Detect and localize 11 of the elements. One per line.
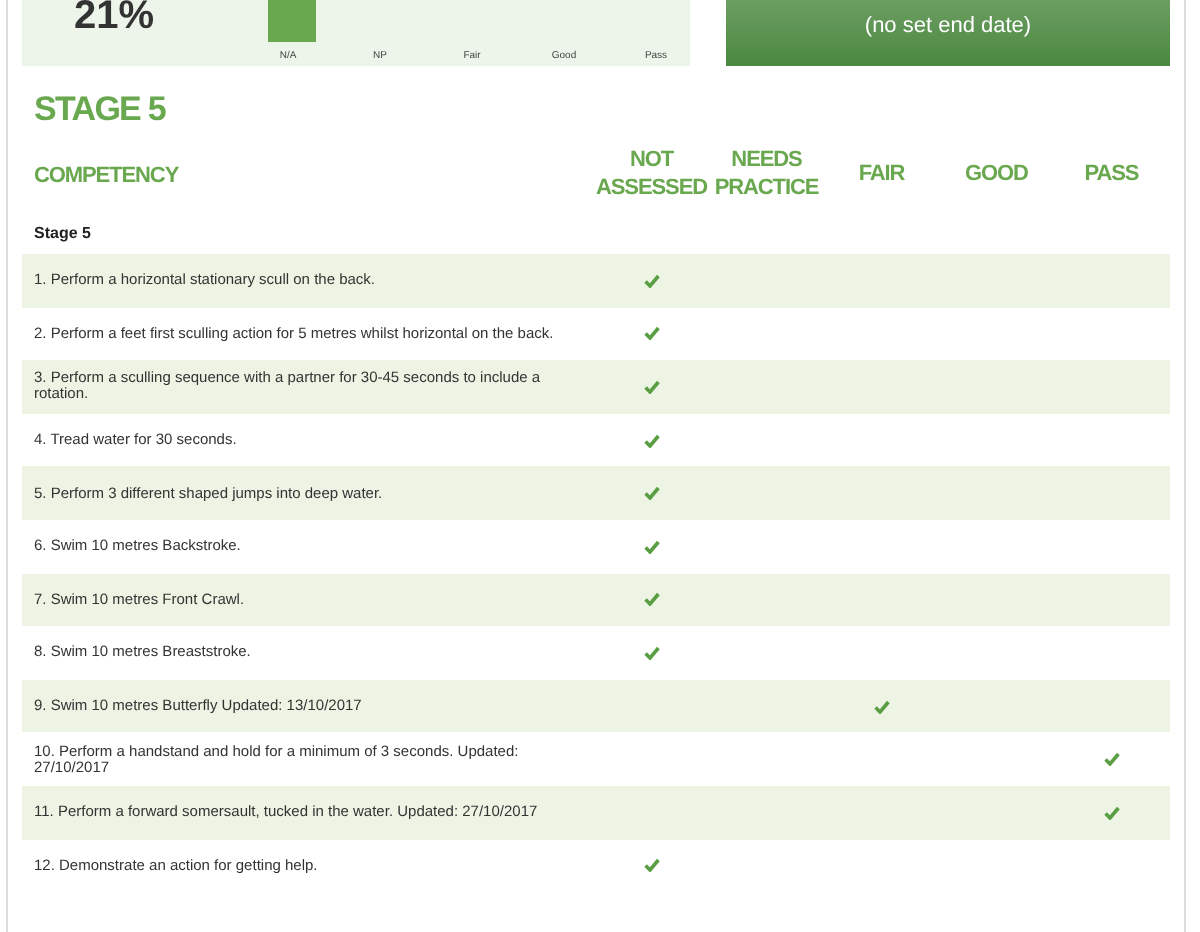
bar-drawing: [268, 0, 316, 42]
column-header: COMPETENCY: [34, 164, 179, 188]
column-header: NOT ASSESSED: [594, 146, 709, 202]
column-header: FAIR: [858, 160, 905, 188]
stage-title: STAGE 5: [34, 92, 166, 126]
column-header: NEEDS PRACTICE: [712, 146, 821, 202]
membership-note: (no set end date): [864, 12, 1032, 42]
percentage-value: 21%: [74, 0, 155, 36]
column-header: GOOD: [965, 160, 1028, 188]
column-header: PASS: [1084, 160, 1139, 188]
stage-label: Stage 5: [34, 226, 91, 242]
